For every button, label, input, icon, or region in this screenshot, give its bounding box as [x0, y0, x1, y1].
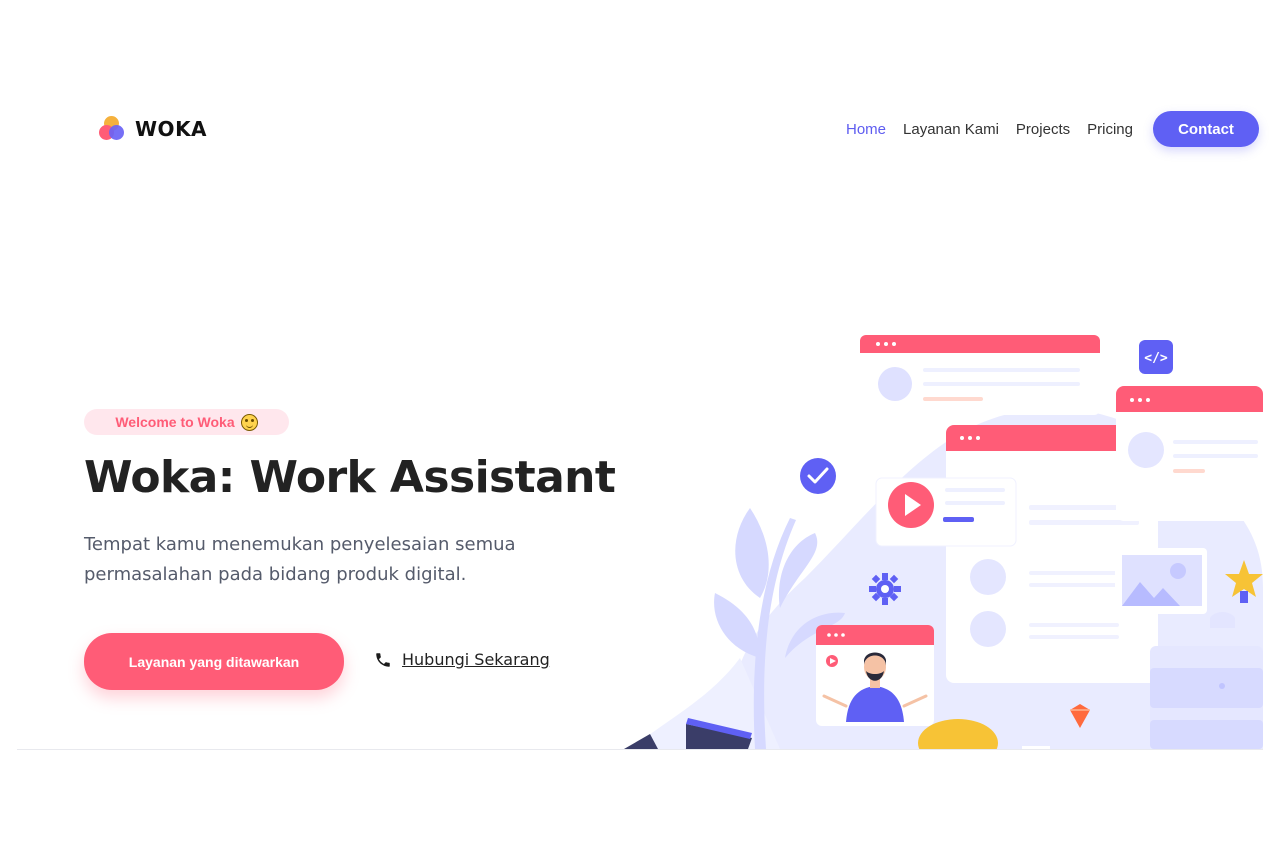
contact-now-link[interactable]: Hubungi Sekarang: [374, 650, 550, 669]
profile-card: [816, 625, 934, 726]
section-divider: [17, 749, 1263, 750]
code-badge: </>: [1139, 340, 1173, 374]
hero-title: Woka: Work Assistant: [84, 452, 616, 503]
video-card: [875, 477, 1017, 547]
hero-section: Welcome to Woka Woka: Work Assistant Tem…: [0, 0, 1280, 853]
phone-icon: [374, 651, 392, 669]
smile-emoji-icon: [240, 413, 258, 431]
browser-window-top: [860, 335, 1100, 415]
welcome-badge: Welcome to Woka: [84, 409, 289, 435]
check-badge: [800, 458, 836, 494]
contact-now-label: Hubungi Sekarang: [402, 650, 550, 669]
code-icon: </>: [1144, 351, 1168, 366]
hero-illustration: </>: [610, 328, 1263, 749]
image-card: [1115, 548, 1207, 614]
browser-window-right: [1116, 386, 1263, 521]
welcome-badge-text: Welcome to Woka: [115, 414, 235, 430]
hero-subtitle: Tempat kamu menemukan penyelesaian semua…: [84, 534, 516, 585]
services-button[interactable]: Layanan yang ditawarkan: [84, 633, 344, 690]
